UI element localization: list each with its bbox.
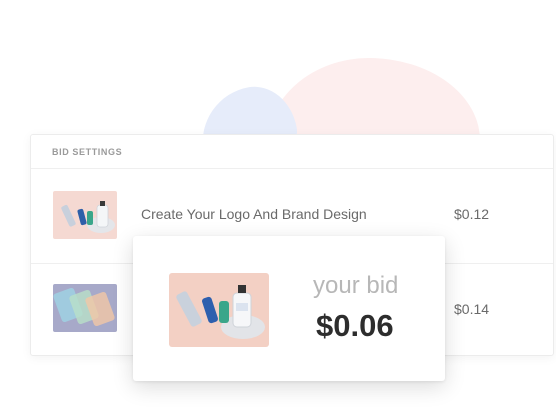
your-bid-amount: $0.06 xyxy=(316,308,394,343)
product-thumbnail xyxy=(53,191,117,239)
row-title: Create Your Logo And Brand Design xyxy=(141,206,367,222)
row-price: $0.14 xyxy=(454,301,490,317)
panel-header: BID SETTINGS xyxy=(31,135,553,169)
row-price: $0.12 xyxy=(454,206,490,222)
your-bid-card: your bid $0.06 xyxy=(133,236,445,381)
panel-header-label: BID SETTINGS xyxy=(52,147,123,157)
your-bid-label: your bid xyxy=(313,272,399,299)
product-thumbnail xyxy=(53,284,117,332)
bid-product-image xyxy=(169,273,269,347)
